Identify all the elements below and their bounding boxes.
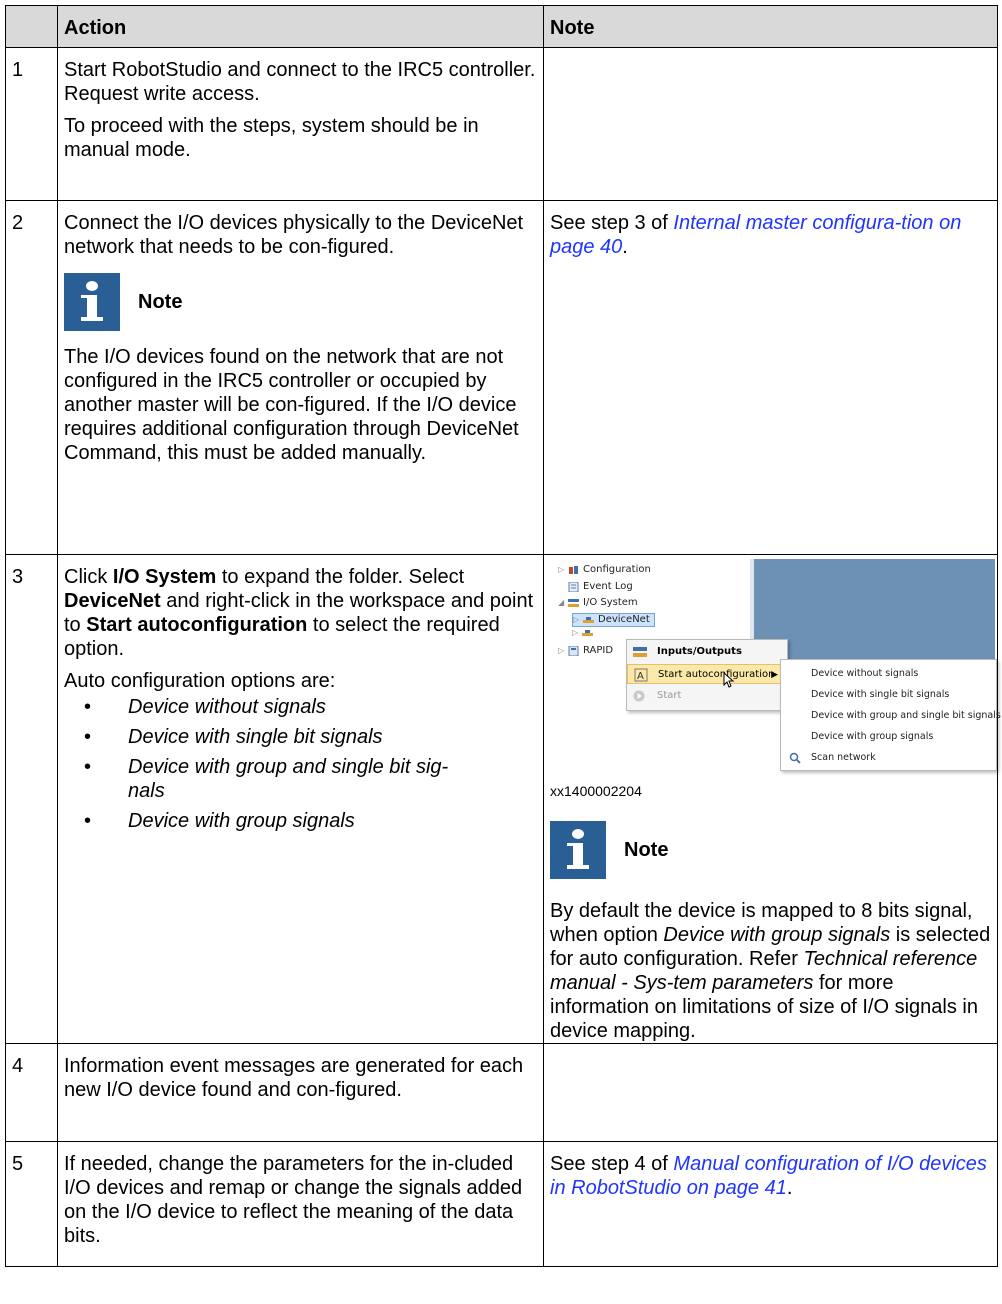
note-suffix: . <box>786 1177 793 1199</box>
bus-icon <box>582 630 593 636</box>
io-system-icon <box>568 599 579 607</box>
play-icon <box>633 690 645 702</box>
rapid-icon <box>568 646 579 656</box>
table-row: 2 Connect the I/O devices physically to … <box>5 200 998 555</box>
svg-text:A: A <box>637 671 644 682</box>
note-text: See step 4 of Manual configuration of I/… <box>550 1152 991 1200</box>
note-callout: Note <box>550 821 991 879</box>
ui-term-start-autoconfiguration: Start autoconfiguration <box>86 614 308 636</box>
search-icon <box>789 752 801 764</box>
context-menu: Inputs/Outputs A Start autoconfiguration… <box>626 639 788 711</box>
action-text: To proceed with the steps, system should… <box>64 115 479 161</box>
action-cell: Start RobotStudio and connect to the IRC… <box>57 47 544 201</box>
note-cell: See step 4 of Manual configuration of I/… <box>543 1141 998 1267</box>
step-number: 1 <box>5 47 58 201</box>
text-run-italic: Device with group signals <box>663 924 891 946</box>
ui-term-devicenet: DeviceNet <box>64 590 161 612</box>
note-text: The I/O devices found on the network tha… <box>64 346 519 464</box>
table-row: 5 If needed, change the parameters for t… <box>5 1141 998 1267</box>
note-callout: Note <box>64 273 537 331</box>
options-heading: Auto configuration options are: <box>64 670 336 692</box>
menu-item-start-autoconfiguration[interactable]: A Start autoconfiguration ▶ <box>627 664 785 684</box>
text-run: Click <box>64 566 113 588</box>
action-text: Connect the I/O devices physically to th… <box>64 212 524 258</box>
list-item: Device with group signals <box>84 809 537 833</box>
action-cell: If needed, change the parameters for the… <box>57 1141 544 1267</box>
tree-item-rapid[interactable]: ▷ RAPID <box>558 645 613 657</box>
menu-item-inputs-outputs[interactable]: Inputs/Outputs <box>627 642 785 662</box>
header-note: Note <box>543 5 998 48</box>
autoconfiguration-submenu: Device without signals Device with singl… <box>780 659 1001 771</box>
menu-item-device-with-group-and-single-bit-signals[interactable]: Device with group and single bit signals <box>781 706 1001 726</box>
tree-item-devicenet[interactable]: ▷ DeviceNet <box>572 613 655 627</box>
table-header-row: Action Note <box>5 5 998 48</box>
note-prefix: See step 4 of <box>550 1153 674 1175</box>
note-cell <box>543 47 998 201</box>
autoconfiguration-icon: A <box>634 668 648 682</box>
tree-item-bus[interactable]: ▷ <box>572 627 597 639</box>
step-number: 5 <box>5 1141 58 1267</box>
action-cell: Information event messages are generated… <box>57 1043 544 1142</box>
steps-table: Action Note 1 Start RobotStudio and conn… <box>5 5 1001 1267</box>
note-label: Note <box>138 291 183 313</box>
menu-item-device-with-group-signals[interactable]: Device with group signals <box>781 727 994 747</box>
header-step <box>5 5 58 48</box>
step-number: 2 <box>5 200 58 555</box>
devicenet-icon <box>583 617 594 623</box>
note-text: See step 3 of Internal master configura-… <box>550 211 991 259</box>
step-number: 3 <box>5 554 58 1044</box>
note-suffix: . <box>622 236 628 258</box>
note-cell <box>543 1043 998 1142</box>
table-row: 4 Information event messages are generat… <box>5 1043 998 1142</box>
menu-item-scan-network[interactable]: Scan network <box>781 748 994 768</box>
list-item: Device without signals <box>84 695 537 719</box>
submenu-arrow-icon: ▶ <box>771 670 778 680</box>
list-item: Device with single bit signals <box>84 725 537 749</box>
ui-term-io-system: I/O System <box>112 566 217 588</box>
table-row: 3 Click I/O System to expand the folder.… <box>5 554 1001 1044</box>
configuration-icon <box>569 566 578 574</box>
mouse-cursor-icon <box>723 672 735 688</box>
note-prefix: See step 3 of <box>550 212 674 234</box>
action-text: If needed, change the parameters for the… <box>64 1153 523 1247</box>
tree-item-io-system[interactable]: ◢ I/O System <box>558 597 638 609</box>
step-number: 4 <box>5 1043 58 1142</box>
note-text: By default the device is mapped to 8 bit… <box>550 899 991 1043</box>
tree-item-event-log[interactable]: Event Log <box>568 581 633 593</box>
note-label: Note <box>624 839 669 861</box>
info-icon <box>64 273 120 331</box>
menu-item-device-without-signals[interactable]: Device without signals <box>781 664 994 684</box>
action-text: Information event messages are generated… <box>64 1055 524 1101</box>
table-row: 1 Start RobotStudio and connect to the I… <box>5 47 998 201</box>
autoconfiguration-screenshot: ▷ Configuration Event Log ◢ I/O System ▷… <box>550 559 1001 771</box>
figure-caption: xx1400002204 <box>550 783 642 799</box>
action-cell: Connect the I/O devices physically to th… <box>57 200 544 555</box>
inputs-outputs-icon <box>633 647 647 657</box>
list-item: Device with group and single bit sig-nal… <box>84 755 537 803</box>
action-text: Start RobotStudio and connect to the IRC… <box>64 59 536 105</box>
note-cell: See step 3 of Internal master configura-… <box>543 200 998 555</box>
text-run: to expand the folder. Select <box>216 566 465 588</box>
menu-item-start[interactable]: Start <box>627 686 785 706</box>
action-cell: Click I/O System to expand the folder. S… <box>57 554 544 1044</box>
options-list: Device without signals Device with singl… <box>64 695 537 833</box>
action-text: Click I/O System to expand the folder. S… <box>64 565 537 661</box>
event-log-icon <box>568 582 579 592</box>
tree-item-configuration[interactable]: ▷ Configuration <box>558 564 651 576</box>
header-action: Action <box>57 5 544 48</box>
note-cell: ▷ Configuration Event Log ◢ I/O System ▷… <box>543 554 1001 1044</box>
info-icon <box>550 821 606 879</box>
menu-item-device-with-single-bit-signals[interactable]: Device with single bit signals <box>781 685 994 705</box>
